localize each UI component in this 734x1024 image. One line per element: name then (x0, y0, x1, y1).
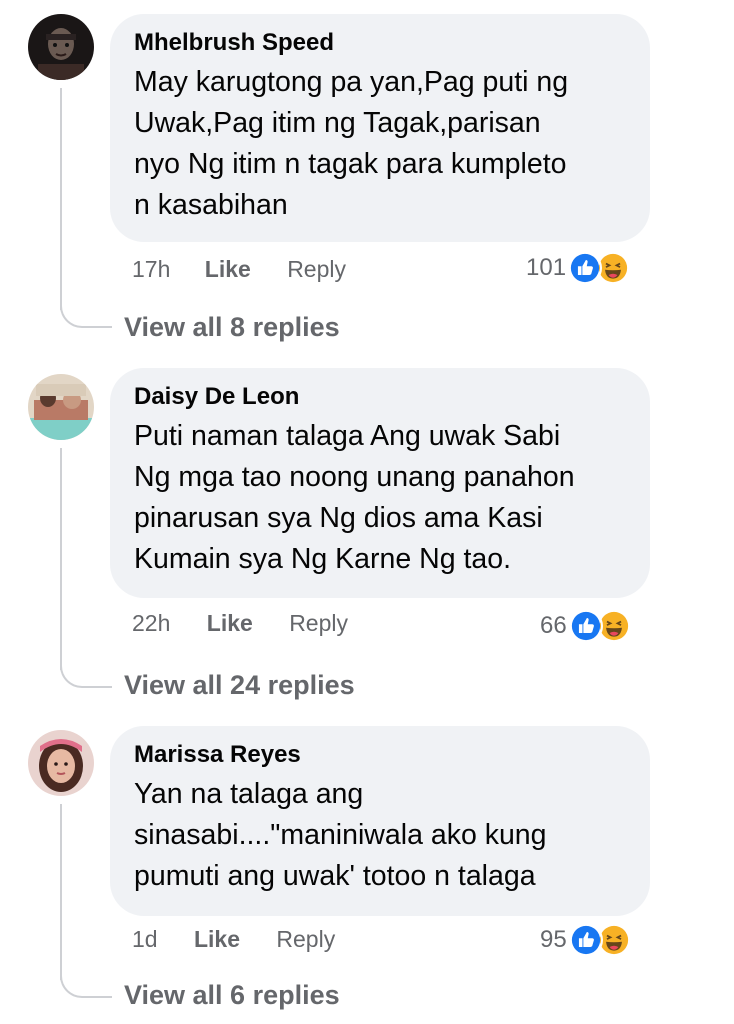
like-button[interactable]: Like (205, 254, 251, 284)
like-button[interactable]: Like (207, 608, 253, 638)
avatar[interactable] (28, 730, 94, 796)
comment-timestamp[interactable]: 1d (132, 924, 158, 954)
thread-line (60, 88, 62, 310)
thread-connector (60, 666, 112, 688)
reaction-summary[interactable]: 101 (526, 250, 634, 286)
comment-2: Daisy De Leon Puti naman talaga Ang uwak… (0, 360, 734, 710)
thread-connector (60, 306, 112, 328)
avatar-image (28, 730, 94, 796)
thread-connector (60, 976, 112, 998)
reaction-count: 95 (540, 926, 567, 953)
avatar[interactable] (28, 374, 94, 440)
comment-author[interactable]: Daisy De Leon (134, 382, 628, 412)
reaction-summary[interactable]: 66 (540, 608, 635, 644)
view-replies-link[interactable]: View all 24 replies (124, 670, 355, 701)
like-icon (568, 923, 603, 957)
comment-bubble: Marissa Reyes Yan na talaga ang sinasabi… (110, 726, 650, 916)
comment-timestamp[interactable]: 22h (132, 608, 170, 638)
thread-line (60, 804, 62, 980)
comment-3: Marissa Reyes Yan na talaga ang sinasabi… (0, 720, 734, 1024)
view-replies-link[interactable]: View all 6 replies (124, 980, 340, 1011)
like-icon (568, 609, 603, 643)
avatar-image (28, 14, 94, 80)
like-icon (568, 251, 603, 285)
comment-text: Yan na talaga ang sinasabi...."maniniwal… (134, 778, 547, 892)
comment-text: Puti naman talaga Ang uwak Sabi Ng mga t… (134, 420, 575, 575)
comment-timestamp[interactable]: 17h (132, 254, 170, 284)
comment-text: May karugtong pa yan,Pag puti ng Uwak,Pa… (134, 66, 569, 221)
comment-bubble: Mhelbrush Speed May karugtong pa yan,Pag… (110, 14, 650, 242)
view-replies-link[interactable]: View all 8 replies (124, 312, 340, 343)
thread-line (60, 448, 62, 670)
reaction-count: 101 (526, 254, 567, 281)
comment-author[interactable]: Marissa Reyes (134, 740, 628, 770)
avatar[interactable] (28, 14, 94, 80)
reply-button[interactable]: Reply (289, 608, 348, 638)
comment-bubble: Daisy De Leon Puti naman talaga Ang uwak… (110, 368, 650, 598)
reply-button[interactable]: Reply (287, 254, 346, 284)
reaction-summary[interactable]: 95 (540, 922, 635, 958)
comment-author[interactable]: Mhelbrush Speed (134, 28, 628, 58)
reply-button[interactable]: Reply (276, 924, 335, 954)
comment-1: Mhelbrush Speed May karugtong pa yan,Pag… (0, 0, 734, 350)
comment-actions: 22h Like Reply (132, 608, 348, 638)
comment-actions: 17h Like Reply (132, 254, 346, 284)
comment-actions: 1d Like Reply (132, 924, 335, 954)
like-button[interactable]: Like (194, 924, 240, 954)
reaction-count: 66 (540, 612, 567, 639)
avatar-image (28, 374, 94, 440)
